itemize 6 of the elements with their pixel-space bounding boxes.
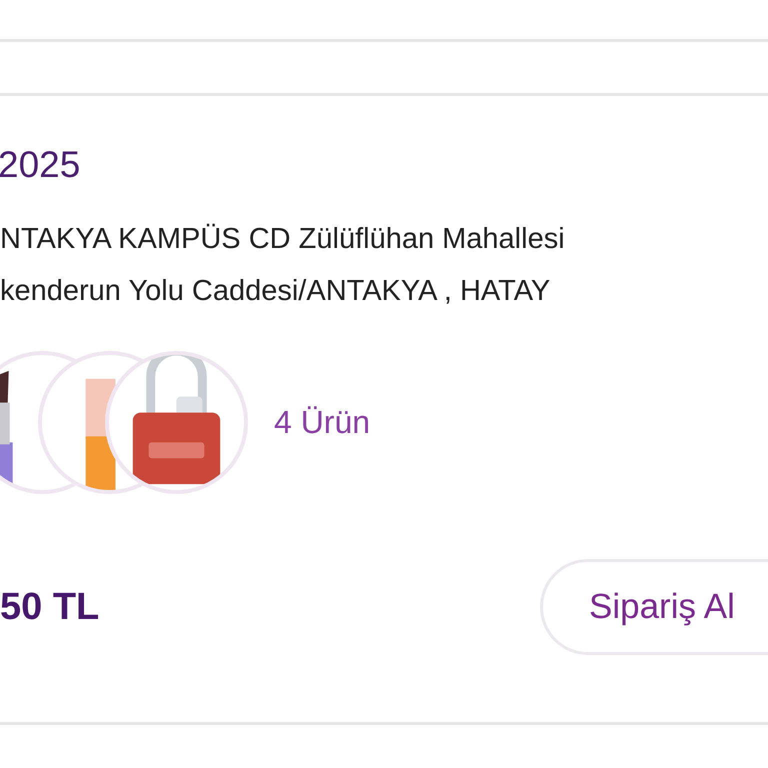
address-line: NTAKYA KAMPÜS CD Zülüflühan Mahallesi	[0, 222, 565, 257]
order-date: 2025	[0, 144, 80, 186]
item-count: 4 Ürün	[274, 404, 370, 441]
order-total: 50 TL	[0, 586, 100, 629]
address-line: kenderun Yolu Caddesi/ANTAKYA , HATAY	[0, 274, 552, 309]
order-again-button[interactable]: Sipariş Al	[540, 559, 768, 655]
